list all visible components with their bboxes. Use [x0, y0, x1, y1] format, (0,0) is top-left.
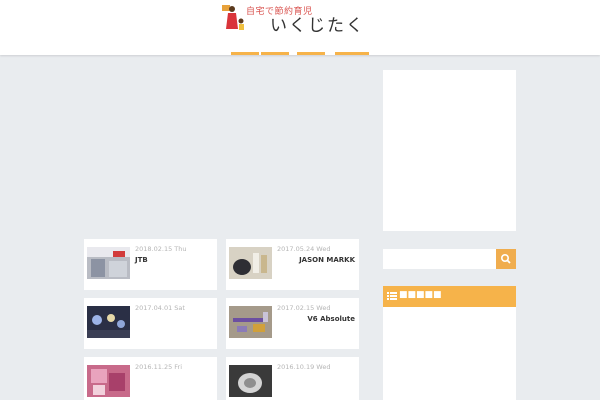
post-date: 2018.02.15 Thu [135, 245, 187, 253]
post-card[interactable]: 2017.05.24 Wed JASON MARKK [226, 239, 359, 290]
post-title[interactable]: JASON MARKK [277, 255, 355, 266]
thumbnail-shoe-cleaning-photo [229, 247, 272, 279]
thumbnail-night-lights-photo [87, 306, 130, 338]
site-header: 自宅で節約育児 いくじたく [0, 0, 600, 55]
mother-child-illustration-icon [222, 5, 244, 30]
nav-tab-3[interactable] [297, 52, 325, 55]
list-icon [387, 292, 397, 300]
search-form [383, 249, 516, 269]
post-title[interactable]: V6 Absolute [277, 314, 355, 325]
thumbnail-store-photo [87, 247, 130, 279]
search-input[interactable] [383, 249, 496, 269]
post-date: 2016.11.25 Fri [135, 363, 183, 371]
post-card[interactable]: 2018.02.15 Thu JTB [84, 239, 217, 290]
post-date: 2017.02.15 Wed [277, 304, 331, 312]
nav-tab-4[interactable] [335, 52, 369, 55]
sidebar-widget-body [383, 307, 516, 400]
post-date: 2017.04.01 Sat [135, 304, 185, 312]
post-card[interactable]: 2016.11.25 Fri [84, 357, 217, 400]
thumbnail-cat-photo [229, 365, 272, 397]
search-icon [501, 254, 511, 264]
logo-site-name: いくじたく [270, 16, 365, 36]
post-card[interactable]: 2017.04.01 Sat [84, 298, 217, 349]
search-button[interactable] [496, 249, 516, 269]
post-card[interactable]: 2017.02.15 Wed V6 Absolute [226, 298, 359, 349]
site-logo[interactable]: 自宅で節約育児 いくじたく [220, 3, 363, 36]
post-card[interactable]: 2016.10.19 Wed [226, 357, 359, 400]
nav-tab-1[interactable] [231, 52, 259, 55]
widget-title: ■■■■■ [399, 290, 442, 300]
nav-tab-2[interactable] [261, 52, 289, 55]
sidebar-ad-area [383, 70, 516, 231]
sidebar-widget-header: ■■■■■ [383, 286, 516, 307]
thumbnail-vacuum-parts-photo [229, 306, 272, 338]
post-title[interactable]: JTB [135, 255, 213, 266]
thumbnail-baby-clothes-photo [87, 365, 130, 397]
post-date: 2016.10.19 Wed [277, 363, 331, 371]
post-date: 2017.05.24 Wed [277, 245, 331, 253]
